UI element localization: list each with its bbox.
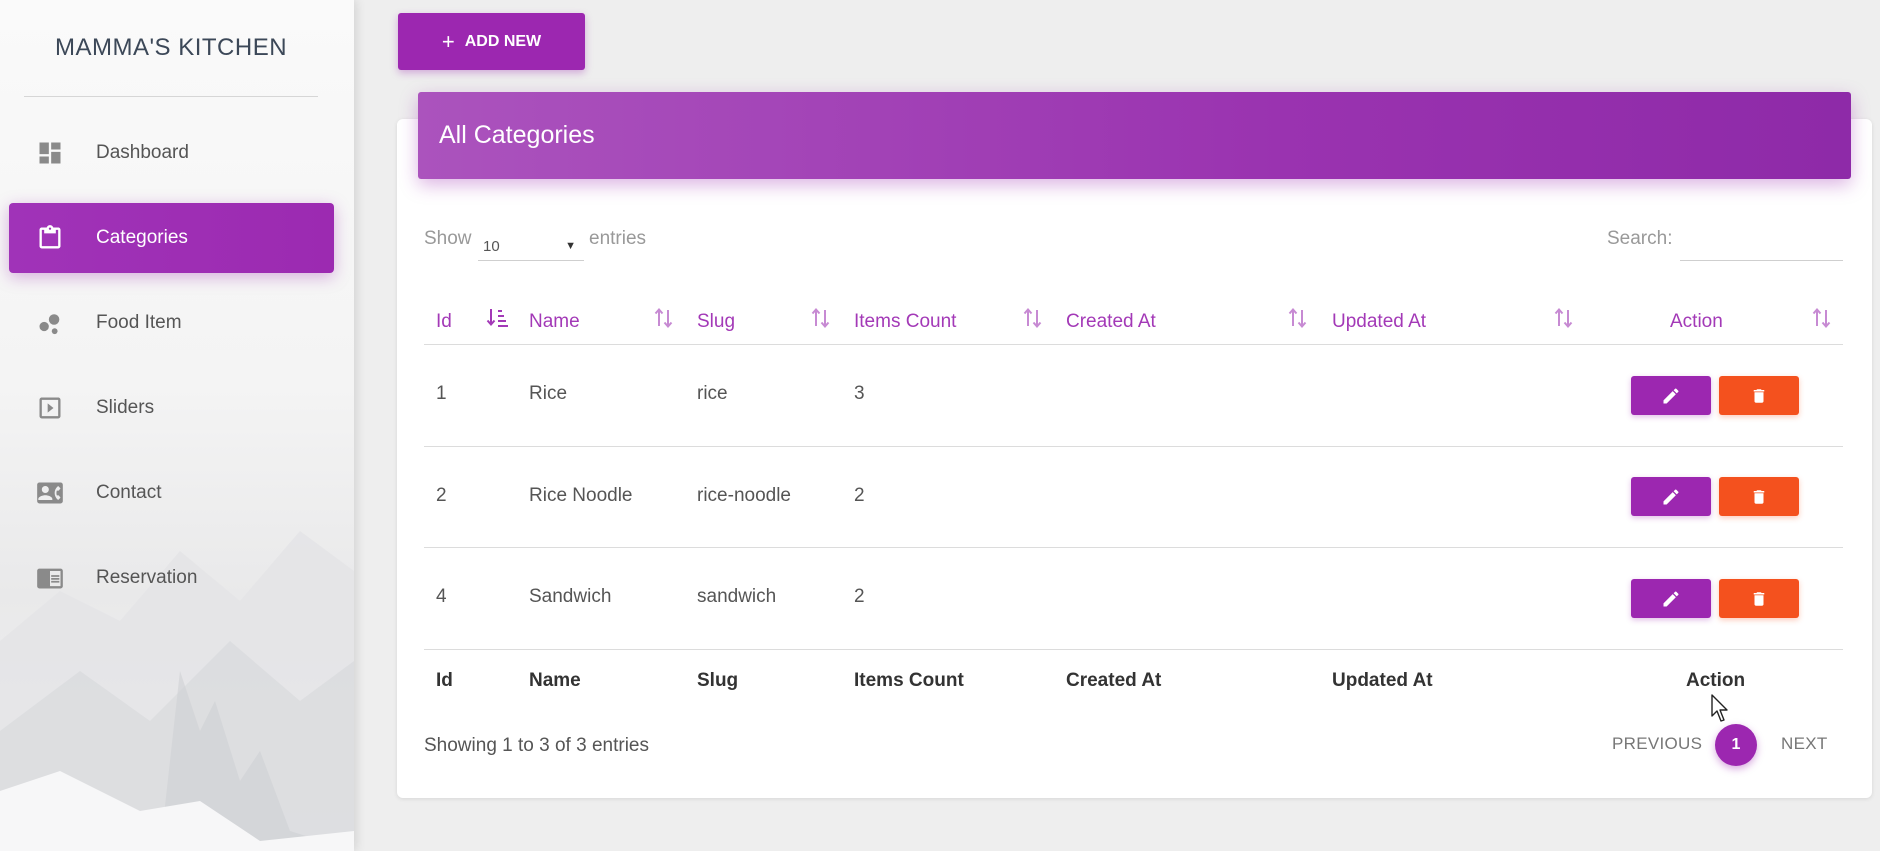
column-header-updated-at[interactable]: Updated At xyxy=(1332,311,1426,333)
footer-column-items-count: Items Count xyxy=(854,670,964,691)
search-label: Search: xyxy=(1607,228,1673,249)
slideshow-icon xyxy=(35,393,65,423)
sort-icon[interactable] xyxy=(1811,306,1833,330)
delete-button[interactable] xyxy=(1719,376,1799,415)
sort-icon[interactable] xyxy=(1287,306,1309,330)
cell-name: Rice Noodle xyxy=(529,485,633,506)
table-divider xyxy=(424,446,1843,447)
cell-slug: rice xyxy=(697,383,728,404)
sidebar-item-label: Sliders xyxy=(96,397,155,418)
sidebar-item-contact[interactable]: Contact xyxy=(9,458,334,528)
plus-icon: + xyxy=(441,28,455,54)
add-new-label: ADD NEW xyxy=(464,32,542,50)
footer-column-slug: Slug xyxy=(697,670,739,691)
cell-id: 4 xyxy=(436,586,447,607)
mouse-cursor-icon xyxy=(1711,694,1728,722)
cell-id: 2 xyxy=(436,485,447,506)
sidebar: MAMMA'S KITCHEN Dashboard Categories Foo… xyxy=(0,0,354,851)
column-header-name[interactable]: Name xyxy=(529,311,580,333)
entries-select[interactable]: 10 ▼ xyxy=(478,230,584,261)
card-title: All Categories xyxy=(439,121,595,149)
table-divider xyxy=(424,649,1843,650)
sort-icon[interactable] xyxy=(810,306,832,330)
trash-icon xyxy=(1753,489,1765,504)
sort-icon[interactable] xyxy=(1022,306,1044,330)
card-header: All Categories xyxy=(418,92,1851,179)
pencil-icon xyxy=(1663,590,1679,606)
sidebar-item-label: Categories xyxy=(96,227,188,248)
column-header-slug[interactable]: Slug xyxy=(697,311,735,333)
clipboard-icon xyxy=(35,223,65,253)
edit-button[interactable] xyxy=(1631,376,1711,415)
delete-button[interactable] xyxy=(1719,579,1799,618)
sidebar-item-categories[interactable]: Categories xyxy=(9,203,334,273)
sidebar-item-food-item[interactable]: Food Item xyxy=(9,288,334,358)
sidebar-item-label: Dashboard xyxy=(96,142,189,163)
show-label: Show xyxy=(424,228,472,249)
sidebar-item-label: Reservation xyxy=(96,567,198,588)
bubbles-icon xyxy=(35,308,65,338)
pagination-previous[interactable]: PREVIOUS xyxy=(1612,734,1702,754)
entries-label: entries xyxy=(589,228,647,249)
add-new-button[interactable]: + ADD NEW xyxy=(398,13,585,70)
cell-items-count: 2 xyxy=(854,485,865,506)
sidebar-item-reservation[interactable]: Reservation xyxy=(9,543,334,613)
footer-column-created-at: Created At xyxy=(1066,670,1162,691)
table-divider xyxy=(424,547,1843,548)
sidebar-item-dashboard[interactable]: Dashboard xyxy=(9,118,334,188)
sort-icon[interactable] xyxy=(653,306,675,330)
dashboard-icon xyxy=(35,138,65,168)
edit-button[interactable] xyxy=(1631,477,1711,516)
sidebar-item-label: Food Item xyxy=(96,312,182,333)
trash-icon xyxy=(1753,388,1765,403)
footer-column-updated-at: Updated At xyxy=(1332,670,1433,691)
contact-card-icon xyxy=(35,478,65,508)
cell-slug: rice-noodle xyxy=(697,485,791,506)
pencil-icon xyxy=(1663,387,1679,403)
sidebar-item-sliders[interactable]: Sliders xyxy=(9,373,334,443)
cell-name: Rice xyxy=(529,383,568,404)
edit-button[interactable] xyxy=(1631,579,1711,618)
column-header-action[interactable]: Action xyxy=(1670,311,1723,333)
search-input[interactable] xyxy=(1680,230,1843,261)
cell-items-count: 2 xyxy=(854,586,865,607)
cell-slug: sandwich xyxy=(697,586,777,607)
sort-ascending-icon[interactable] xyxy=(486,306,508,330)
categories-card xyxy=(397,119,1872,798)
pencil-icon xyxy=(1663,488,1679,504)
sort-icon[interactable] xyxy=(1553,306,1575,330)
trash-icon xyxy=(1753,591,1765,606)
cell-id: 1 xyxy=(436,383,447,404)
column-header-id[interactable]: Id xyxy=(436,311,452,333)
pagination-page-1[interactable]: 1 xyxy=(1715,724,1757,766)
footer-column-action: Action xyxy=(1686,670,1746,691)
column-header-created-at[interactable]: Created At xyxy=(1066,311,1156,333)
table-info: Showing 1 to 3 of 3 entries xyxy=(424,735,649,756)
cell-name: Sandwich xyxy=(529,586,612,607)
sidebar-item-label: Contact xyxy=(96,482,162,503)
column-header-items-count[interactable]: Items Count xyxy=(854,311,956,333)
cell-items-count: 3 xyxy=(854,383,865,404)
footer-column-name: Name xyxy=(529,670,581,691)
brand-logo[interactable]: MAMMA'S KITCHEN xyxy=(24,0,318,97)
entries-select-value: 10 xyxy=(483,238,500,255)
sidebar-nav: Dashboard Categories Food Item Sliders C… xyxy=(0,118,354,628)
table-divider xyxy=(424,344,1843,345)
footer-column-id: Id xyxy=(436,670,453,691)
delete-button[interactable] xyxy=(1719,477,1799,516)
caret-down-icon: ▼ xyxy=(565,240,576,252)
pagination-next[interactable]: NEXT xyxy=(1781,734,1828,754)
chrome-reader-icon xyxy=(35,563,65,593)
